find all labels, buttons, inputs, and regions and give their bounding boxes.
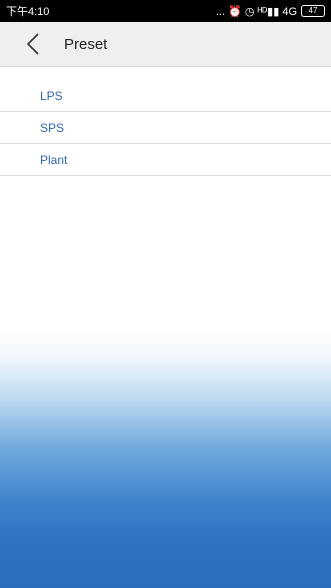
- preset-item-label: Plant: [40, 152, 68, 167]
- status-icons: ... ⏰ ◷ ᴴᴰ▮▮ 4G: [215, 5, 297, 18]
- preset-item-plant[interactable]: Plant: [0, 144, 331, 176]
- battery-icon: 47: [301, 5, 325, 17]
- preset-list: LPS SPS Plant: [0, 80, 331, 176]
- preset-item-sps[interactable]: SPS: [0, 112, 331, 144]
- back-button[interactable]: [8, 22, 58, 66]
- status-time: 下午4:10: [6, 6, 50, 18]
- chevron-left-icon: [26, 33, 39, 55]
- status-indicators: ... ⏰ ◷ ᴴᴰ▮▮ 4G 47: [216, 5, 325, 18]
- preset-item-lps[interactable]: LPS: [0, 80, 331, 112]
- page-title: Preset: [64, 35, 108, 53]
- preset-item-label: LPS: [40, 88, 63, 103]
- navigation-bar: Preset: [0, 22, 331, 67]
- preset-item-label: SPS: [40, 120, 65, 135]
- app-screen: 下午4:10 ... ⏰ ◷ ᴴᴰ▮▮ 4G 47 Preset LPS SPS…: [0, 0, 331, 588]
- status-bar: 下午4:10 ... ⏰ ◷ ᴴᴰ▮▮ 4G 47: [0, 0, 331, 22]
